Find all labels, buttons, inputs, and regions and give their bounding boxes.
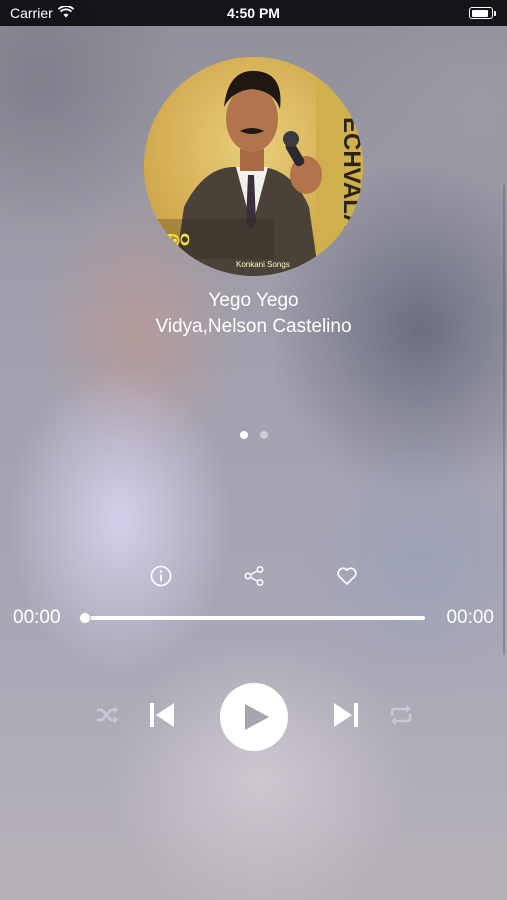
next-button[interactable] bbox=[330, 701, 362, 733]
album-artwork[interactable]: ECHVALA ಲಾಂ Konkani Songs bbox=[144, 57, 363, 276]
info-icon[interactable] bbox=[149, 564, 173, 588]
elapsed-time: 00:00 bbox=[13, 607, 61, 628]
heart-icon[interactable] bbox=[335, 564, 359, 588]
status-time: 4:50 PM bbox=[227, 5, 280, 21]
page-dot-1[interactable] bbox=[239, 431, 248, 439]
status-bar: Carrier 4:50 PM bbox=[0, 0, 507, 26]
duration-time: 00:00 bbox=[446, 607, 494, 628]
progress-thumb[interactable] bbox=[79, 612, 91, 624]
play-button[interactable] bbox=[220, 683, 288, 751]
shuffle-icon bbox=[94, 702, 120, 733]
next-icon bbox=[330, 699, 362, 736]
konkani-songs-text: Konkani Songs bbox=[236, 260, 290, 269]
page-dot-2[interactable] bbox=[259, 431, 268, 439]
battery-icon bbox=[469, 7, 496, 19]
repeat-icon bbox=[388, 702, 414, 733]
play-icon bbox=[243, 702, 271, 732]
previous-icon bbox=[146, 699, 178, 736]
page-control[interactable] bbox=[0, 431, 507, 439]
shuffle-button[interactable] bbox=[94, 704, 120, 730]
share-icon[interactable] bbox=[242, 564, 266, 588]
previous-button[interactable] bbox=[146, 701, 178, 733]
scroll-indicator bbox=[503, 185, 505, 655]
repeat-button[interactable] bbox=[388, 704, 414, 730]
song-title: Yego Yego bbox=[208, 290, 299, 311]
progress-track[interactable] bbox=[85, 616, 425, 620]
song-artist: Vidya,Nelson Castelino bbox=[155, 316, 352, 337]
